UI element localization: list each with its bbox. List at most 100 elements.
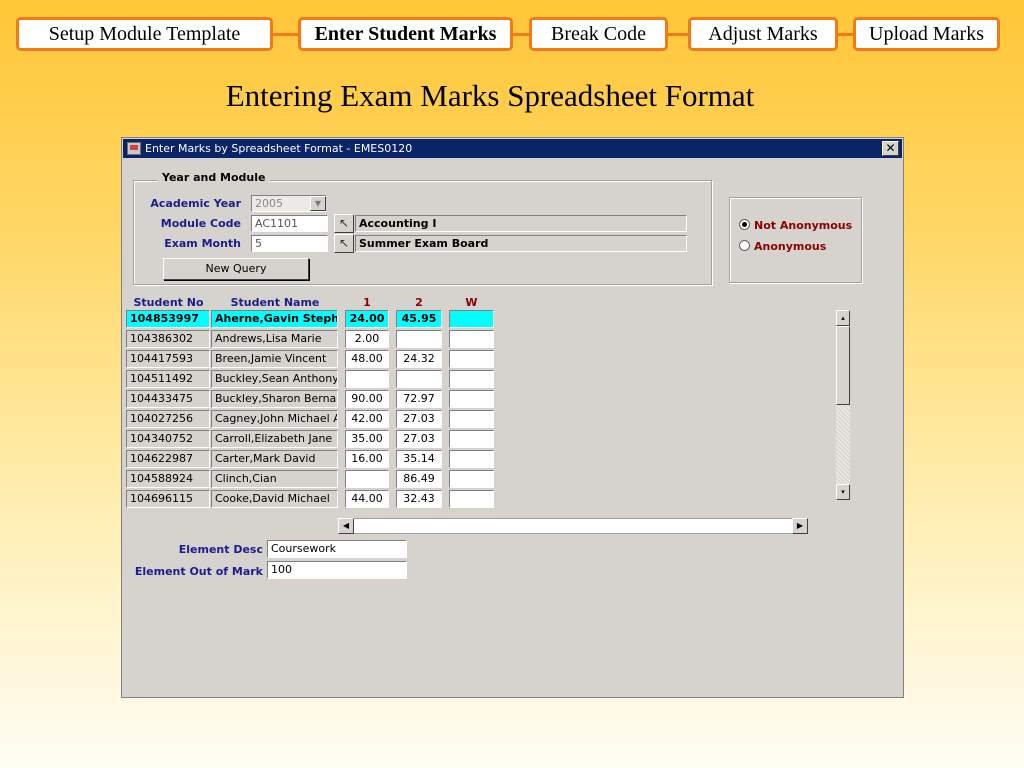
radio-label: Anonymous: [754, 240, 827, 253]
mark-w-cell[interactable]: [449, 330, 494, 348]
student-name-cell[interactable]: Buckley,Sean Anthony: [211, 370, 338, 388]
element-out-of-mark-label: Element Out of Mark: [134, 565, 263, 578]
column-header-2: 2: [415, 296, 423, 309]
student-no-cell[interactable]: 104433475: [126, 390, 210, 408]
student-no-cell[interactable]: 104417593: [126, 350, 210, 368]
column-header-student-name: Student Name: [230, 296, 320, 309]
element-desc-field[interactable]: Coursework: [267, 540, 407, 558]
student-name-cell[interactable]: Andrews,Lisa Marie: [211, 330, 338, 348]
mark-1-cell[interactable]: 48.00: [345, 350, 389, 368]
mark-1-cell[interactable]: 90.00: [345, 390, 389, 408]
step-upload-marks[interactable]: Upload Marks: [853, 17, 1000, 51]
exam-month-label: Exam Month: [164, 237, 241, 250]
step-adjust-marks[interactable]: Adjust Marks: [688, 17, 838, 51]
element-out-of-mark-field[interactable]: 100: [267, 561, 407, 579]
scroll-left-icon[interactable]: ◀: [338, 518, 354, 534]
mark-2-cell[interactable]: 27.03: [396, 410, 442, 428]
scroll-down-icon[interactable]: ▾: [836, 484, 850, 500]
mark-1-cell[interactable]: 42.00: [345, 410, 389, 428]
column-header-student-no: Student No: [133, 296, 204, 309]
mark-1-cell[interactable]: [345, 470, 389, 488]
student-name-cell[interactable]: Cooke,David Michael: [211, 490, 338, 508]
list-of-values-icon[interactable]: ↖: [334, 234, 354, 253]
student-no-cell[interactable]: 104696115: [126, 490, 210, 508]
student-no-cell[interactable]: 104340752: [126, 430, 210, 448]
student-name-cell[interactable]: Buckley,Sharon Bernad: [211, 390, 338, 408]
mark-1-cell[interactable]: 44.00: [345, 490, 389, 508]
window-titlebar[interactable]: Enter Marks by Spreadsheet Format - EMES…: [123, 139, 902, 158]
element-desc-label: Element Desc: [178, 543, 263, 556]
mark-w-cell[interactable]: [449, 490, 494, 508]
mark-1-cell[interactable]: [345, 370, 389, 388]
student-no-cell[interactable]: 104622987: [126, 450, 210, 468]
step-navigation: Setup Module Template Enter Student Mark…: [0, 0, 1024, 60]
scrollbar-thumb[interactable]: [836, 326, 850, 405]
mark-2-cell[interactable]: 27.03: [396, 430, 442, 448]
radio-not-anonymous[interactable]: Not Anonymous: [739, 219, 852, 232]
page-title: Entering Exam Marks Spreadsheet Format: [225, 78, 755, 113]
year-module-legend: Year and Module: [158, 171, 270, 184]
window-title: Enter Marks by Spreadsheet Format - EMES…: [145, 142, 413, 155]
mark-w-cell[interactable]: [449, 350, 494, 368]
student-name-cell[interactable]: Cagney,John Michael Ai: [211, 410, 338, 428]
student-name-cell[interactable]: Carter,Mark David: [211, 450, 338, 468]
mark-2-cell[interactable]: [396, 330, 442, 348]
mark-w-cell[interactable]: [449, 470, 494, 488]
app-icon: [127, 142, 141, 155]
mark-2-cell[interactable]: 35.14: [396, 450, 442, 468]
step-enter-student-marks[interactable]: Enter Student Marks: [298, 17, 513, 51]
student-no-cell[interactable]: 104853997: [126, 310, 210, 328]
exam-month-field[interactable]: 5: [251, 235, 328, 252]
student-no-cell[interactable]: 104588924: [126, 470, 210, 488]
radio-selected-icon[interactable]: [739, 219, 750, 230]
step-connector: [837, 33, 854, 36]
mark-2-cell[interactable]: 32.43: [396, 490, 442, 508]
mark-w-cell[interactable]: [449, 410, 494, 428]
step-setup-module-template[interactable]: Setup Module Template: [16, 17, 273, 51]
mark-w-cell[interactable]: [449, 430, 494, 448]
mark-w-cell[interactable]: [449, 450, 494, 468]
app-window: Enter Marks by Spreadsheet Format - EMES…: [121, 137, 904, 698]
vertical-scrollbar[interactable]: ▴ ▾: [836, 310, 850, 500]
mark-1-cell[interactable]: 35.00: [345, 430, 389, 448]
scroll-up-icon[interactable]: ▴: [836, 310, 850, 326]
step-connector: [667, 33, 689, 36]
student-name-cell[interactable]: Breen,Jamie Vincent: [211, 350, 338, 368]
step-connector: [512, 33, 530, 36]
horizontal-scrollbar[interactable]: ◀ ▶: [338, 518, 808, 534]
student-no-cell[interactable]: 104511492: [126, 370, 210, 388]
mark-2-cell[interactable]: 24.32: [396, 350, 442, 368]
column-header-1: 1: [363, 296, 371, 309]
column-header-w: W: [465, 296, 478, 309]
radio-anonymous[interactable]: Anonymous: [739, 240, 826, 253]
student-name-cell[interactable]: Carroll,Elizabeth Jane: [211, 430, 338, 448]
scroll-right-icon[interactable]: ▶: [792, 518, 808, 534]
mark-1-cell[interactable]: 16.00: [345, 450, 389, 468]
student-name-cell[interactable]: Aherne,Gavin Stephe: [211, 310, 338, 328]
mark-2-cell[interactable]: 45.95: [396, 310, 442, 328]
list-of-values-icon[interactable]: ↖: [334, 214, 354, 233]
module-name-field: Accounting I: [355, 215, 687, 232]
student-no-cell[interactable]: 104027256: [126, 410, 210, 428]
mark-2-cell[interactable]: [396, 370, 442, 388]
mark-1-cell[interactable]: 2.00: [345, 330, 389, 348]
radio-unselected-icon[interactable]: [739, 240, 750, 251]
new-query-button[interactable]: New Query: [163, 258, 309, 280]
radio-label: Not Anonymous: [754, 219, 853, 232]
mark-w-cell[interactable]: [449, 310, 494, 328]
close-icon[interactable]: ✕: [882, 141, 899, 156]
mark-1-cell[interactable]: 24.00: [345, 310, 389, 328]
module-code-label: Module Code: [160, 217, 241, 230]
step-connector: [272, 33, 299, 36]
step-break-code[interactable]: Break Code: [529, 17, 668, 51]
student-name-cell[interactable]: Clinch,Cian: [211, 470, 338, 488]
mark-w-cell[interactable]: [449, 390, 494, 408]
mark-2-cell[interactable]: 86.49: [396, 470, 442, 488]
chevron-down-icon[interactable]: ▼: [310, 196, 326, 211]
academic-year-label: Academic Year: [150, 197, 241, 210]
student-no-cell[interactable]: 104386302: [126, 330, 210, 348]
exam-month-desc-field: Summer Exam Board: [355, 235, 687, 252]
module-code-field[interactable]: AC1101: [251, 215, 328, 232]
mark-w-cell[interactable]: [449, 370, 494, 388]
mark-2-cell[interactable]: 72.97: [396, 390, 442, 408]
